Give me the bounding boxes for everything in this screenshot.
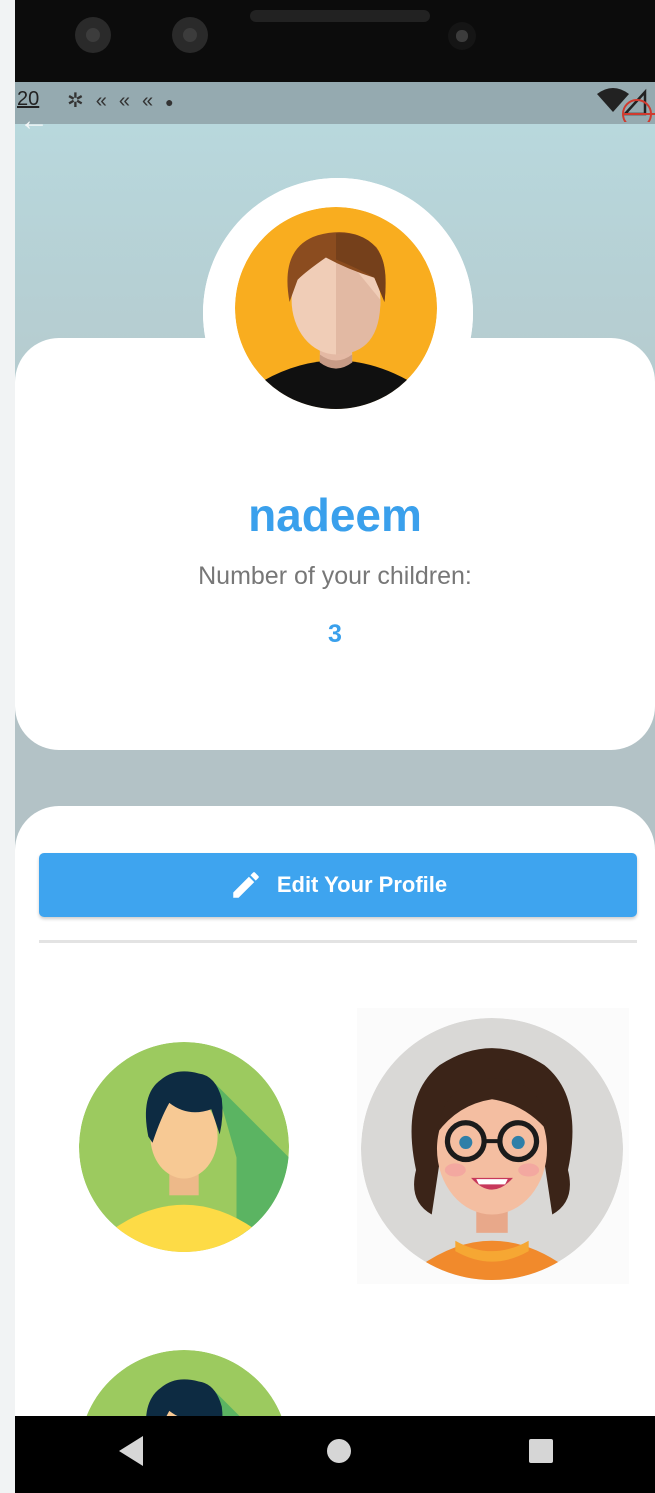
camera-icon [172, 17, 208, 53]
user-name: nadeem [248, 489, 422, 541]
home-nav-icon[interactable] [325, 1434, 353, 1468]
divider [39, 940, 637, 943]
front-sensor-icon [448, 22, 476, 50]
gear-icon: ✲ [67, 90, 96, 112]
child-avatar-girl[interactable] [361, 1018, 623, 1280]
wifi-signal-icon [597, 88, 655, 122]
flutter-icon: « [142, 90, 166, 112]
camera-icon [75, 17, 111, 53]
back-arrow-icon[interactable]: ← [19, 104, 49, 138]
camera-notch [15, 0, 655, 82]
navigation-bar [15, 1416, 655, 1493]
child-avatar-boy[interactable] [79, 1042, 289, 1252]
user-avatar[interactable] [235, 207, 437, 409]
children-count-label: Number of your children: [198, 562, 472, 590]
children-count-value: 3 [328, 620, 342, 648]
edit-profile-label: Edit Your Profile [276, 872, 448, 897]
status-bar: 20 ✲«««● [15, 82, 655, 124]
back-nav-icon[interactable] [117, 1434, 147, 1468]
flutter-icon: « [118, 90, 143, 112]
flutter-icon: « [95, 90, 119, 112]
recents-nav-icon[interactable] [527, 1434, 555, 1468]
phone-screen: 20 ✲«««● ← nadeem Number of your childre… [15, 0, 655, 1493]
speaker-grille [250, 10, 430, 22]
edit-profile-button[interactable]: Edit Your Profile [39, 853, 637, 917]
status-notification-icons: ✲«««● [67, 88, 186, 113]
pencil-icon [233, 872, 259, 898]
dot-icon: ● [165, 94, 186, 110]
